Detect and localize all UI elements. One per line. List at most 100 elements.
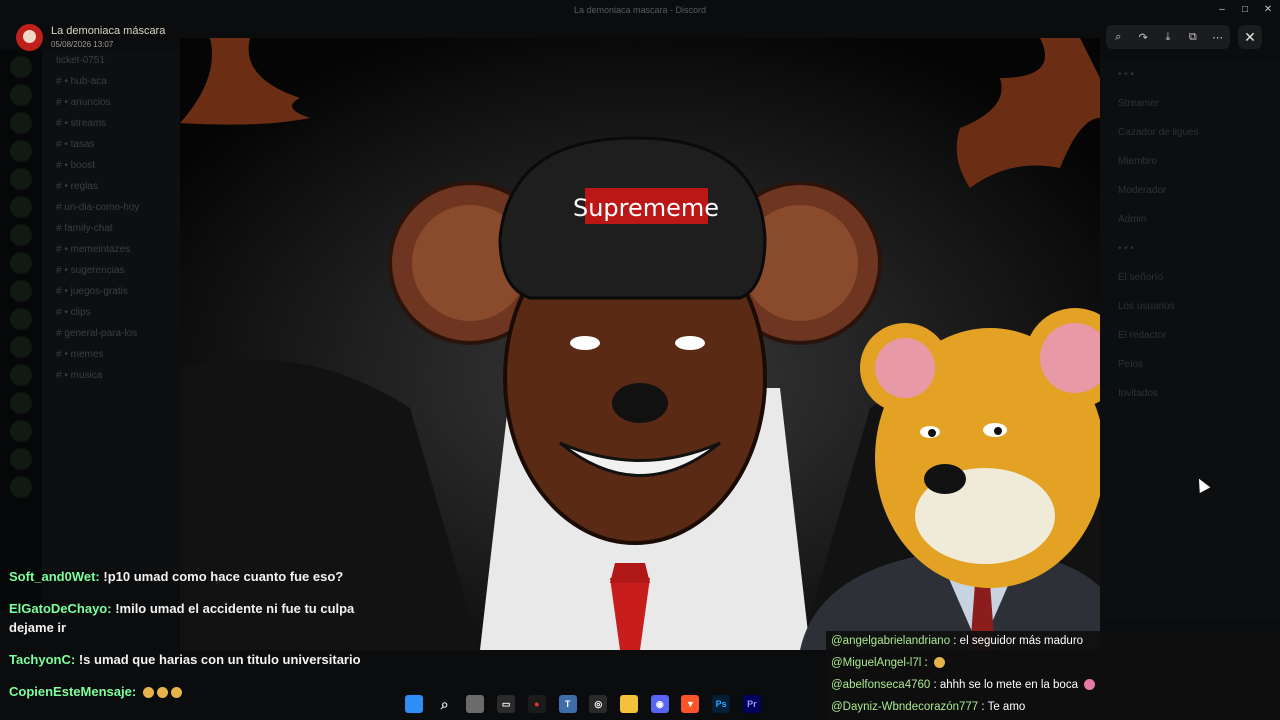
- channel-item[interactable]: # • reglas: [42, 176, 182, 197]
- chat-text: !s umad que harias con un titulo univers…: [75, 652, 361, 667]
- channel-item[interactable]: # • juegos-gratis: [42, 281, 182, 302]
- yt-username: @angelgabrielandriano: [831, 635, 951, 647]
- close-icon[interactable]: ✕: [1238, 25, 1262, 49]
- channel-item[interactable]: # general-para-los: [42, 323, 182, 344]
- member-item[interactable]: Admin: [1100, 205, 1280, 234]
- file-explorer-icon[interactable]: [620, 695, 639, 713]
- member-list: • • • Streamer Cazador de ligues Miembro…: [1100, 60, 1280, 620]
- record-icon[interactable]: ●: [527, 695, 546, 713]
- channel-item[interactable]: # • streams: [42, 113, 182, 134]
- server-icon[interactable]: [10, 280, 32, 302]
- channel-item[interactable]: # • clips: [42, 302, 182, 323]
- chat-username: ElGatoDeChayo:: [9, 601, 112, 616]
- yt-text: :: [921, 657, 931, 669]
- yt-chat-message: @angelgabrielandriano : el seguidor más …: [831, 635, 1083, 647]
- window-close-icon[interactable]: ✕: [1260, 3, 1276, 17]
- chat-message: CopienEsteMensaje:: [9, 682, 399, 701]
- timestamp: 05/08/2026 13:07: [51, 40, 114, 49]
- member-item[interactable]: Miembro: [1100, 147, 1280, 176]
- member-item[interactable]: • • •: [1100, 60, 1280, 89]
- server-icon[interactable]: [10, 112, 32, 134]
- server-icon[interactable]: [10, 448, 32, 470]
- search-icon[interactable]: ⌕: [436, 695, 454, 713]
- member-item[interactable]: Moderador: [1100, 176, 1280, 205]
- obs-icon[interactable]: [466, 695, 485, 713]
- server-icon[interactable]: [10, 224, 32, 246]
- chat-username: TachyonC:: [9, 652, 76, 667]
- yt-username: @abelfonseca4760: [831, 679, 931, 691]
- server-icon[interactable]: [10, 364, 32, 386]
- artwork-image: Suprememe: [180, 38, 1100, 650]
- server-icon[interactable]: [10, 140, 32, 162]
- photoshop-icon[interactable]: Ps: [712, 695, 731, 713]
- member-item[interactable]: Los usuarios: [1100, 292, 1280, 321]
- channel-item[interactable]: # un-dia-como-hoy: [42, 197, 182, 218]
- cap-logo-text: Suprememe: [573, 194, 719, 222]
- emoji-icon: [933, 657, 945, 668]
- member-item[interactable]: Streamer: [1100, 89, 1280, 118]
- emote-icon: [170, 687, 182, 698]
- member-item[interactable]: Pelos: [1100, 350, 1280, 379]
- author-name[interactable]: La demoniaca máscara: [51, 25, 165, 37]
- zoom-icon[interactable]: ⌕: [1109, 28, 1127, 46]
- server-icon[interactable]: [10, 336, 32, 358]
- server-sidebar: [0, 50, 42, 610]
- avatar[interactable]: [16, 24, 43, 51]
- image-preview[interactable]: Suprememe: [180, 38, 1100, 650]
- channel-item[interactable]: # • hub-aca: [42, 71, 182, 92]
- yt-chat-message: @abelfonseca4760 : ahhh se lo mete en la…: [831, 679, 1096, 691]
- premiere-icon[interactable]: Pr: [742, 695, 761, 713]
- taskbar: ⌕ ▭ ● T ◎ ◉ ▼ Ps Pr: [405, 692, 761, 716]
- yt-username: @MiguelAngel-l7l: [831, 657, 922, 669]
- chat-text: !p10 umad como hace cuanto fue eso?: [99, 569, 344, 584]
- maximize-icon[interactable]: □: [1237, 3, 1253, 17]
- yt-text: : ahhh se lo mete en la boca: [930, 679, 1082, 691]
- emoji-icon: [1084, 679, 1096, 690]
- window-title: La demoniaca mascara - Discord: [573, 5, 707, 15]
- brave-icon[interactable]: ▼: [681, 695, 700, 713]
- channel-item[interactable]: # • tasas: [42, 134, 182, 155]
- more-icon[interactable]: ⋯: [1209, 28, 1227, 46]
- channel-item[interactable]: # • memes: [42, 344, 182, 365]
- server-icon[interactable]: [10, 420, 32, 442]
- viewer-toolbar: ⌕ ↷ ⤓ ⧉ ⋯: [1106, 25, 1230, 49]
- yt-text: : Te amo: [978, 701, 1026, 713]
- terminal-icon[interactable]: ▭: [497, 695, 516, 713]
- forward-icon[interactable]: ↷: [1134, 28, 1152, 46]
- download-icon[interactable]: ⤓: [1159, 28, 1177, 46]
- discord-icon[interactable]: ◉: [650, 695, 669, 713]
- server-icon[interactable]: [10, 476, 32, 498]
- member-item[interactable]: Cazador de ligues: [1100, 118, 1280, 147]
- server-icon[interactable]: [10, 84, 32, 106]
- open-external-icon[interactable]: ⧉: [1184, 28, 1202, 46]
- server-icon[interactable]: [10, 392, 32, 414]
- youtube-chat-overlay: @angelgabrielandriano : el seguidor más …: [826, 631, 1280, 720]
- channel-item[interactable]: # • boost: [42, 155, 182, 176]
- server-icon[interactable]: [10, 196, 32, 218]
- member-item[interactable]: • • •: [1100, 234, 1280, 263]
- chat-username: CopienEsteMensaje:: [9, 684, 137, 699]
- member-item[interactable]: El señorío: [1100, 263, 1280, 292]
- channel-item[interactable]: # • memeintazes: [42, 239, 182, 260]
- minimize-icon[interactable]: –: [1214, 3, 1230, 17]
- channel-item[interactable]: # • musica: [42, 365, 182, 386]
- channel-item[interactable]: # family-chat: [42, 218, 182, 239]
- server-icon[interactable]: [10, 252, 32, 274]
- member-item[interactable]: El redactor: [1100, 321, 1280, 350]
- chat-message: TachyonC: !s umad que harias con un titu…: [9, 650, 399, 669]
- text-app-icon[interactable]: T: [558, 695, 577, 713]
- server-icon[interactable]: [10, 308, 32, 330]
- member-item[interactable]: Invitados: [1100, 379, 1280, 408]
- channel-item[interactable]: # • anuncios: [42, 92, 182, 113]
- channel-list: ticket-0751 # • hub-aca # • anuncios # •…: [42, 50, 182, 570]
- yt-username: @Dayniz-Wbndecorazón777: [831, 701, 979, 713]
- emote-icon: [142, 687, 154, 698]
- obs-studio-icon[interactable]: ◎: [589, 695, 608, 713]
- emote-icon: [156, 687, 168, 698]
- windows-start-icon[interactable]: [405, 695, 423, 713]
- channel-item[interactable]: # • sugerencias: [42, 260, 182, 281]
- chat-message: Soft_and0Wet: !p10 umad como hace cuanto…: [9, 567, 399, 586]
- chat-message: ElGatoDeChayo: !milo umad el accidente n…: [9, 599, 399, 637]
- yt-chat-message: @MiguelAngel-l7l :: [831, 657, 945, 669]
- server-icon[interactable]: [10, 168, 32, 190]
